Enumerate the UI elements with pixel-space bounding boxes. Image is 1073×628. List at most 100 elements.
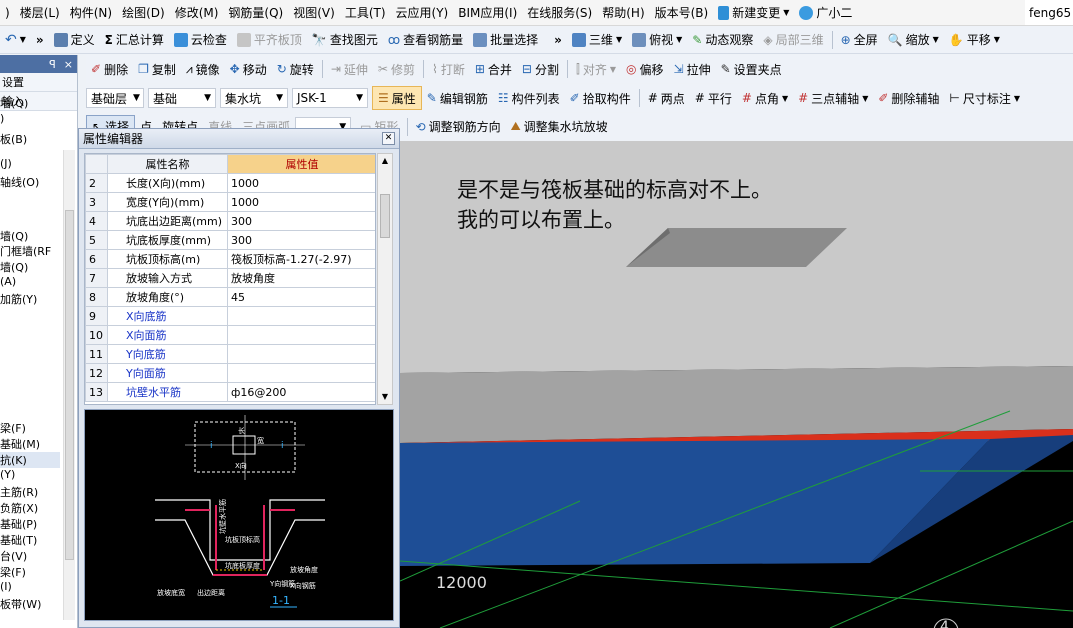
tree-item[interactable]: 梁(F) — [0, 420, 26, 436]
layer-select[interactable]: 基础层 ▼ — [86, 88, 144, 108]
local-3d-button[interactable]: ◈ 局部三维 — [758, 28, 828, 52]
tree-item[interactable]: 基础(T) — [0, 532, 37, 548]
category-select[interactable]: 基础 ▼ — [148, 88, 216, 108]
property-value[interactable] — [227, 363, 375, 383]
delete-button[interactable]: ✐ 删除 — [86, 57, 133, 81]
panel-scrollbar[interactable] — [63, 150, 75, 620]
component-list-button[interactable]: ☷ 构件列表 — [493, 86, 565, 110]
copy-button[interactable]: ❐ 复制 — [133, 57, 181, 81]
view-rebar-qty-button[interactable]: ꝏ 查看钢筋量 — [383, 28, 468, 52]
panel-setting-row[interactable]: 设置 — [0, 73, 77, 92]
type-select[interactable]: 集水坑 ▼ — [220, 88, 288, 108]
property-row[interactable]: 7 放坡输入方式 放坡角度 — [85, 268, 375, 288]
menu-item-floor[interactable]: 楼层(L) — [15, 0, 65, 25]
tree-item[interactable]: 板(B) — [0, 131, 27, 147]
tree-item[interactable]: (Y) — [0, 468, 15, 481]
set-grip-button[interactable]: ✎ 设置夹点 — [716, 57, 787, 81]
tree-item[interactable]: 负筋(X) — [0, 500, 38, 516]
tree-item[interactable]: 台(V) — [0, 548, 27, 564]
top-view-button[interactable]: 俯视 ▼ — [627, 28, 687, 52]
property-table-scrollbar-thumb[interactable] — [380, 194, 390, 238]
move-button[interactable]: ✥ 移动 — [225, 57, 272, 81]
property-row[interactable]: 12 Y向面筋 — [85, 363, 375, 383]
trim-button[interactable]: ✂ 修剪 — [373, 57, 420, 81]
property-row[interactable]: 6 坑板顶标高(m) 筏板顶标高-1.27(-2.97) — [85, 249, 375, 269]
parallel-axis-button[interactable]: # 平行 — [690, 86, 737, 110]
toolbar-overflow-icon[interactable]: » — [31, 28, 49, 52]
property-value[interactable] — [227, 325, 375, 345]
user-name[interactable]: feng65 — [1025, 0, 1073, 25]
property-value[interactable] — [227, 306, 375, 326]
tree-item[interactable]: 加筋(Y) — [0, 291, 37, 307]
summary-calc-button[interactable]: Σ 汇总计算 — [100, 28, 169, 52]
property-row[interactable]: 11 Y向底筋 — [85, 344, 375, 364]
property-row[interactable]: 9 X向底筋 — [85, 306, 375, 326]
zoom-button[interactable]: 🔍 缩放 ▼ — [883, 28, 944, 52]
mirror-button[interactable]: ⩘ 镜像 — [181, 57, 225, 81]
tree-item[interactable]: 基础(P) — [0, 516, 37, 532]
tree-item[interactable]: 主筋(R) — [0, 484, 38, 500]
property-value[interactable]: 放坡角度 — [227, 268, 375, 288]
3d-button[interactable]: 三维 ▼ — [567, 28, 627, 52]
new-change-button[interactable]: 新建变更 ▼ — [713, 0, 794, 25]
property-editor-title-bar[interactable]: 属性编辑器 ✕ — [79, 129, 399, 149]
property-row[interactable]: 4 坑底出边距离(mm) 300 — [85, 211, 375, 231]
define-button[interactable]: 定义 — [49, 28, 100, 52]
extend-button[interactable]: ⇥ 延伸 — [326, 57, 373, 81]
adjust-pit-slope-button[interactable]: ⛰ 调整集水坑放坡 — [506, 115, 613, 139]
dynamic-orbit-button[interactable]: ✎ 动态观察 — [687, 28, 758, 52]
find-element-button[interactable]: 🔭 查找图元 — [307, 28, 383, 52]
align-button[interactable]: ⫿ 对齐 ▼ — [571, 57, 621, 81]
menu-item-tools[interactable]: 工具(T) — [340, 0, 391, 25]
two-point-axis-button[interactable]: # 两点 — [643, 86, 690, 110]
pan-button[interactable]: ✋ 平移 ▼ — [944, 28, 1005, 52]
helper-button[interactable]: 广小二 — [794, 0, 857, 25]
undo-button[interactable]: ↶ ▼ — [0, 28, 31, 52]
property-value[interactable]: 300 — [227, 230, 375, 250]
menu-item-component[interactable]: 构件(N) — [65, 0, 117, 25]
merge-button[interactable]: ⊞ 合并 — [470, 57, 517, 81]
property-value[interactable]: ф16@200 — [227, 382, 375, 402]
properties-button[interactable]: ☰ 属性 — [372, 86, 422, 110]
property-row[interactable]: 3 宽度(Y向)(mm) 1000 — [85, 192, 375, 212]
three-point-axis-button[interactable]: # 三点辅轴 ▼ — [793, 86, 873, 110]
tree-item[interactable]: 墙(Q) — [0, 228, 28, 244]
close-icon[interactable]: × — [64, 58, 73, 71]
tree-item[interactable]: 抗(K) — [0, 452, 60, 468]
property-row[interactable]: 5 坑底板厚度(mm) 300 — [85, 230, 375, 250]
toolbar-overflow2-icon[interactable]: » — [549, 28, 567, 52]
property-value[interactable]: 筏板顶标高-1.27(-2.97) — [227, 249, 375, 269]
menu-item-modify[interactable]: 修改(M) — [170, 0, 224, 25]
pin-icon[interactable]: ꟼ — [49, 58, 56, 71]
3d-viewport[interactable]: 是不是与筏板基础的标高对不上。 我的可以布置上。 12000 4 — [400, 141, 1073, 628]
menu-item-draw[interactable]: 绘图(D) — [117, 0, 170, 25]
close-icon[interactable]: ✕ — [382, 132, 395, 145]
tree-item[interactable]: (I) — [0, 580, 12, 593]
offset-button[interactable]: ◎ 偏移 — [621, 57, 669, 81]
stretch-button[interactable]: ⇲ 拉伸 — [669, 57, 716, 81]
tree-item[interactable]: 轴线(O) — [0, 174, 39, 190]
menu-item-bim[interactable]: BIM应用(I) — [453, 0, 522, 25]
property-row[interactable]: 10 X向面筋 — [85, 325, 375, 345]
property-value[interactable]: 1000 — [227, 192, 375, 212]
menu-item-online[interactable]: 在线服务(S) — [522, 0, 597, 25]
tree-item[interactable]: 墙(Q) — [0, 259, 28, 275]
tree-item[interactable]: 墙(Q) — [0, 95, 28, 111]
tree-item[interactable]: (A) — [0, 275, 16, 288]
scroll-up-icon[interactable]: ▲ — [378, 154, 392, 168]
property-value[interactable]: 45 — [227, 287, 375, 307]
property-row[interactable]: 13 坑壁水平筋 ф16@200 — [85, 382, 375, 402]
tree-item[interactable]: 基础(M) — [0, 436, 40, 452]
edit-rebar-button[interactable]: ✎ 编辑钢筋 — [422, 86, 493, 110]
menu-item-version[interactable]: 版本号(B) — [650, 0, 714, 25]
panel-scrollbar-thumb[interactable] — [65, 210, 74, 560]
menu-item-floor-prefix[interactable]: ) — [0, 0, 15, 25]
break-button[interactable]: ⌇ 打断 — [427, 57, 470, 81]
tree-item[interactable]: 梁(F) — [0, 564, 26, 580]
property-value[interactable]: 300 — [227, 211, 375, 231]
fullscreen-button[interactable]: ⊕ 全屏 — [836, 28, 883, 52]
scroll-down-icon[interactable]: ▼ — [378, 390, 392, 404]
split-button[interactable]: ⊟ 分割 — [517, 57, 564, 81]
element-select[interactable]: JSK-1 ▼ — [292, 88, 368, 108]
batch-select-button[interactable]: 批量选择 — [468, 28, 543, 52]
